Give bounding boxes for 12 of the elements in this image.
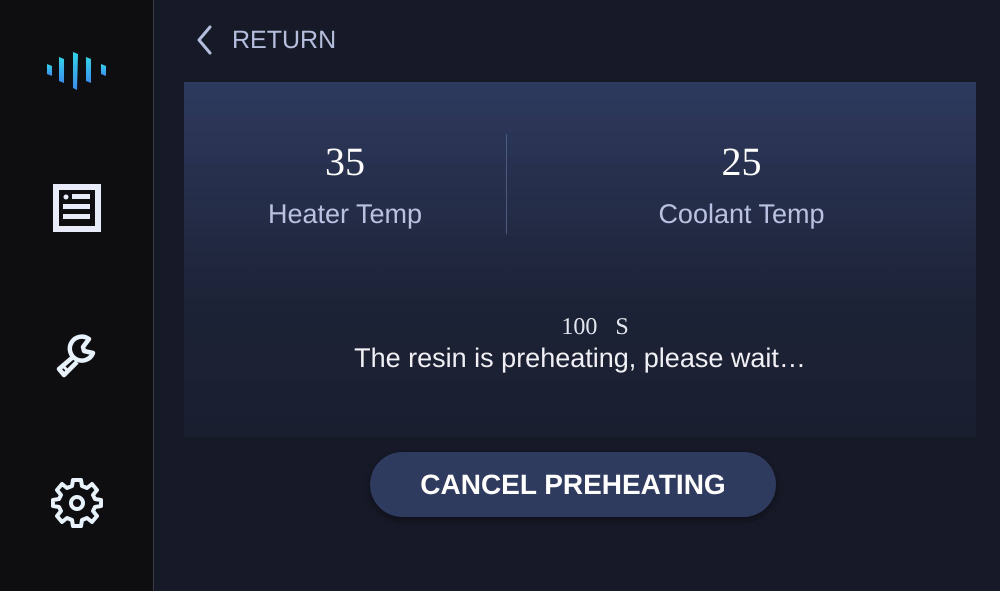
temperature-value: 25 [722,138,762,185]
status-message: The resin is preheating, please wait… [354,343,806,374]
return-button[interactable]: RETURN [196,25,336,55]
temperature-value: 35 [325,138,365,185]
sound-wave-logo-icon [46,52,108,90]
settings-icon[interactable] [50,476,102,528]
countdown-text: 100 S [561,314,629,341]
temperature-label: Heater Temp [268,199,422,230]
temperature-label: Coolant Temp [658,199,825,230]
cancel-preheating-button[interactable]: CANCEL PREHEATING [370,452,776,517]
chevron-left-icon [196,25,212,55]
list-icon[interactable] [50,182,102,234]
